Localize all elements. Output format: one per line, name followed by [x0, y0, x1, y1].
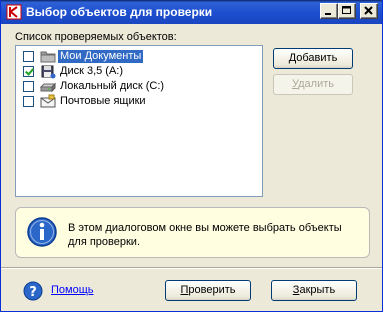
remove-button[interactable]: Удалить — [273, 74, 353, 95]
add-button-label: обавить — [296, 52, 338, 64]
list-item-label: Почтовые ящики — [60, 95, 146, 107]
close-button-label: акрыть — [299, 284, 336, 296]
list-item-label: Диск 3,5 (A:) — [60, 65, 124, 77]
list-item-floppy-a[interactable]: Диск 3,5 (A:) — [18, 64, 258, 79]
hard-drive-icon — [39, 79, 57, 94]
remove-button-label: далить — [298, 78, 334, 90]
check-button[interactable]: Проверить — [165, 280, 251, 301]
mailboxes-checkbox[interactable] — [23, 96, 34, 107]
add-button[interactable]: Добавить — [273, 48, 353, 69]
list-item-mailboxes[interactable]: Почтовые ящики — [18, 94, 258, 109]
close-window-button[interactable] — [360, 3, 378, 19]
help-link[interactable]: Помощь — [51, 284, 94, 296]
maximize-button[interactable] — [338, 3, 356, 19]
info-text: В этом диалоговом окне вы можете выбрать… — [68, 222, 342, 248]
list-item-label: Локальный диск (C:) — [60, 80, 165, 92]
list-item-local-disk-c[interactable]: Локальный диск (C:) — [18, 79, 258, 94]
local-disk-checkbox[interactable] — [23, 81, 34, 92]
list-item-label: Мои Документы — [58, 50, 144, 63]
mailbox-icon — [40, 94, 56, 109]
info-panel: В этом диалоговом окне вы можете выбрать… — [15, 207, 370, 258]
objects-listbox[interactable]: Мои Документы Диск 3,5 (A:) Локальный ди… — [15, 45, 263, 197]
title-bar[interactable]: Выбор объектов для проверки — [1, 0, 382, 24]
dialog-window: Выбор объектов для проверки Список прове… — [0, 0, 383, 312]
list-item-my-documents[interactable]: Мои Документы — [18, 49, 258, 64]
window-title: Выбор объектов для проверки — [26, 5, 213, 19]
floppy-checkbox[interactable] — [23, 66, 34, 77]
kaspersky-app-icon — [6, 4, 22, 20]
close-button[interactable]: Закрыть — [271, 280, 357, 301]
help-icon[interactable]: ? — [23, 281, 43, 301]
floppy-drive-icon — [40, 64, 56, 79]
svg-text:?: ? — [29, 285, 37, 300]
my-documents-checkbox[interactable] — [23, 51, 34, 62]
folder-icon — [40, 49, 56, 64]
check-button-label: роверить — [188, 284, 236, 296]
footer-divider — [1, 267, 382, 269]
minimize-button[interactable] — [320, 3, 338, 19]
info-icon — [26, 216, 58, 248]
objects-list-label: Список проверяемых объектов: — [15, 31, 177, 43]
